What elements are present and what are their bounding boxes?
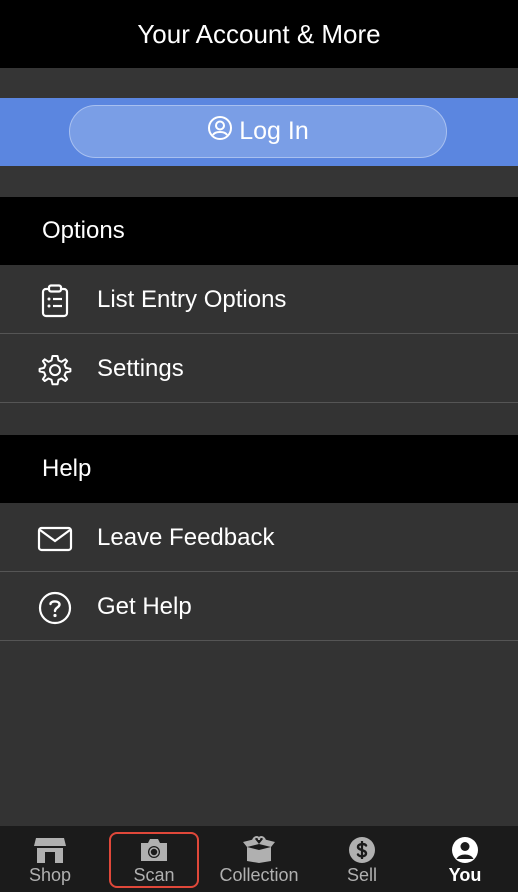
tab-label: Sell [346, 865, 377, 885]
empty-area [0, 642, 518, 826]
scan-tab-highlight [109, 832, 199, 888]
tab-collection[interactable]: Collection [209, 826, 309, 892]
spacer [0, 404, 518, 435]
section-header-help: Help [0, 435, 518, 503]
spacer [0, 166, 518, 197]
tab-label: You [448, 865, 482, 885]
dollar-circle-icon [348, 836, 376, 864]
tab-you[interactable]: You [429, 826, 501, 892]
row-label: Get Help [97, 592, 192, 620]
user-circle-icon [451, 836, 479, 864]
row-label: Leave Feedback [97, 523, 275, 551]
section-title: Options [42, 217, 125, 244]
login-band: Log In [0, 98, 518, 166]
get-help-row[interactable]: Get Help [0, 573, 518, 641]
account-screen: Your Account & More Log In Options List … [0, 0, 518, 892]
row-label: Settings [97, 354, 184, 382]
section-title: Help [42, 455, 92, 482]
login-button[interactable]: Log In [69, 105, 447, 158]
storefront-icon [33, 836, 67, 864]
box-icon [241, 836, 277, 864]
spacer [0, 68, 518, 98]
tab-sell[interactable]: Sell [326, 826, 398, 892]
clipboard-list-icon [37, 283, 73, 319]
settings-row[interactable]: Settings [0, 335, 518, 403]
tab-label: Shop [28, 865, 72, 885]
tab-bar: Shop Scan Collection Sell You [0, 826, 518, 892]
tab-shop[interactable]: Shop [14, 826, 86, 892]
user-circle-icon [207, 115, 239, 148]
envelope-icon [37, 521, 73, 557]
gear-icon [37, 352, 73, 388]
question-circle-icon [37, 590, 73, 626]
page-header: Your Account & More [0, 0, 518, 68]
section-header-options: Options [0, 197, 518, 265]
row-label: List Entry Options [97, 285, 287, 313]
leave-feedback-row[interactable]: Leave Feedback [0, 504, 518, 572]
page-title: Your Account & More [137, 18, 381, 49]
login-label: Log In [239, 117, 309, 145]
list-entry-options-row[interactable]: List Entry Options [0, 266, 518, 334]
tab-label: Collection [219, 865, 299, 885]
